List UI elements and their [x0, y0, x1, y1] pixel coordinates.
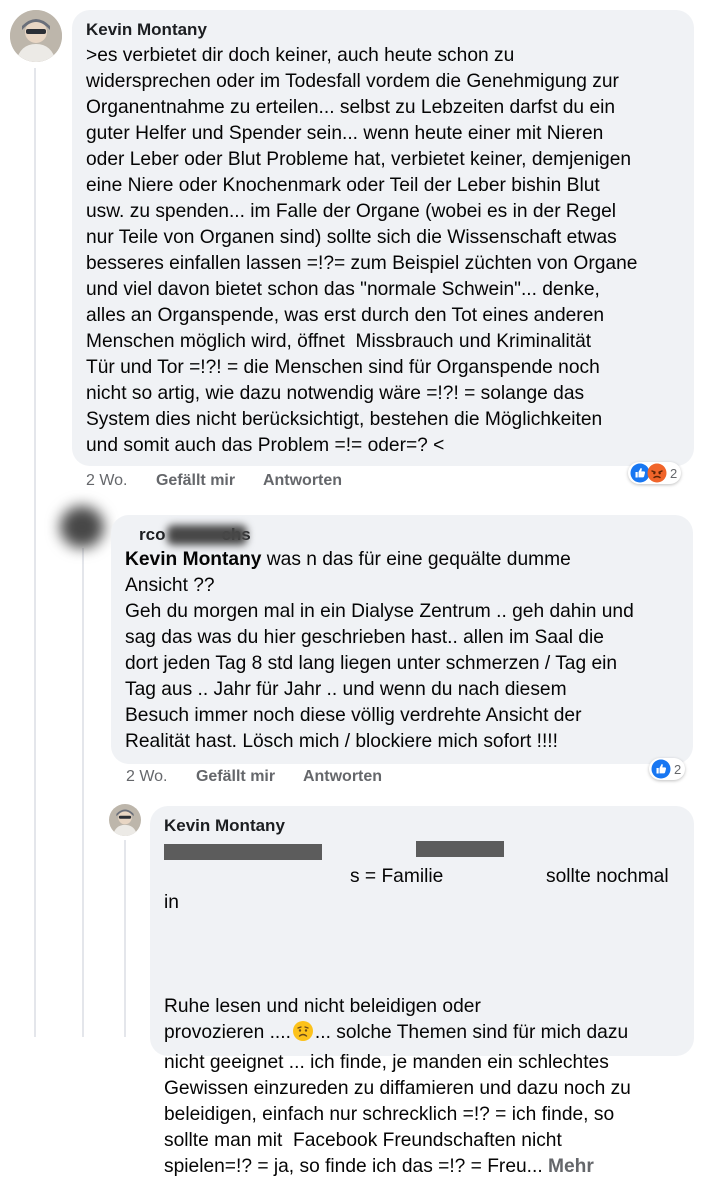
avatar[interactable]	[10, 10, 62, 62]
text-line: alles an Organspende, was erst durch den…	[86, 305, 605, 326]
text-line: nicht geeignet ... ich finde, je manden …	[164, 1052, 609, 1073]
text-line: Geh du morgen mal in ein Dialyse Zentrum…	[125, 601, 634, 622]
text-line: Ruhe lesen und nicht beleidigen oder	[164, 996, 481, 1017]
text-fragment: = Familie	[359, 866, 449, 887]
mention-link[interactable]: Kevin Montany	[125, 549, 261, 570]
text-line: Gewissen einzureden zu diffamieren und d…	[164, 1078, 631, 1099]
worried-emoji-icon	[292, 1020, 314, 1050]
text-line: guter Helfer und Spender sein... wenn he…	[86, 123, 604, 144]
comment-author[interactable]: Kevin Montany	[86, 20, 207, 40]
text-line: sag das was du hier geschrieben hast.. a…	[125, 627, 604, 648]
text-line: dort jeden Tag 8 std lang liegen unter s…	[125, 653, 618, 674]
reply-button[interactable]: Antworten	[303, 768, 382, 785]
thread-line	[34, 68, 36, 1037]
reaction-count: 2	[670, 465, 678, 481]
text-fragment: s	[350, 866, 360, 887]
text-line: eine Niere oder Knochenmark oder Teil de…	[86, 175, 600, 196]
comment-actions: 2 Wo. Gefällt mir Antworten	[126, 768, 406, 786]
text-line: und viel davon bietet schon das "normale…	[86, 279, 600, 300]
comment-actions: 2 Wo. Gefällt mir Antworten	[86, 472, 366, 490]
text-line: System dies nicht berücksichtigt, besteh…	[86, 409, 603, 430]
timestamp[interactable]: 2 Wo.	[126, 768, 168, 785]
text-line: Kevin Montany was n das für eine gequält…	[125, 547, 685, 573]
text-line: widersprechen oder im Todesfall vordem d…	[86, 71, 619, 92]
text-line: >es verbietet dir doch keiner, auch heut…	[86, 45, 515, 66]
text-line: und somit auch das Problem =!= oder=? <	[86, 435, 445, 456]
like-button[interactable]: Gefällt mir	[156, 472, 235, 489]
author-fragment: rco	[139, 525, 166, 544]
text-line: Organentnahme zu erteilen... selbst zu L…	[86, 97, 616, 118]
text-line: sollte man mit Facebook Freundschaften n…	[164, 1130, 562, 1151]
comment-author[interactable]: Kevin Montany	[164, 816, 285, 836]
thread-line	[82, 548, 84, 1037]
text-line: nur Teile von Organen sind) sollte sich …	[86, 227, 617, 248]
comment-bubble: rcochs Kevin Montany was n das für eine …	[111, 515, 693, 764]
comment-bubble: Kevin Montany >es verbietet dir doch kei…	[72, 10, 694, 466]
text-line: nicht so artig, wie dazu notwendig wäre …	[86, 383, 585, 404]
like-reaction-icon	[651, 759, 671, 779]
comment-bubble: Kevin Montany s = Familie sollte nochmal…	[150, 806, 694, 1177]
text-line: s = Familie sollte nochmal in	[164, 838, 688, 994]
text-fragment: spielen=!? = ja, so finde ich das =!? = …	[164, 1156, 543, 1177]
redacted-name	[416, 841, 504, 857]
angry-reaction-icon	[647, 463, 667, 483]
like-button[interactable]: Gefällt mir	[196, 768, 275, 785]
text-fragment: provozieren ....	[164, 1022, 291, 1043]
text-line: Besuch immer noch diese völlig verdrehte…	[125, 705, 582, 726]
text-line: Menschen möglich wird, öffnet Missbrauch…	[86, 331, 592, 352]
redacted-name	[167, 525, 247, 545]
avatar[interactable]	[60, 506, 104, 548]
timestamp[interactable]: 2 Wo.	[86, 472, 128, 489]
reaction-summary[interactable]: 2	[649, 758, 686, 780]
text-line: Tag aus .. Jahr für Jahr .. und wenn du …	[125, 679, 567, 700]
see-more-link[interactable]: Mehr	[548, 1156, 594, 1177]
text-line: oder Leber oder Blut Probleme hat, verbi…	[86, 149, 632, 170]
text-line: beleidigen, einfach nur schrecklich =!? …	[164, 1104, 615, 1125]
text-line: Ansicht ??	[125, 575, 215, 596]
comment-text: s = Familie sollte nochmal in Ruhe lesen…	[164, 838, 688, 1180]
thread-line	[124, 840, 126, 1037]
text-fragment: ... solche Themen sind für mich dazu	[314, 1022, 629, 1043]
text-line: besseres einfallen lassen =!?= zum Beisp…	[86, 253, 638, 274]
comment-text: Kevin Montany was n das für eine gequält…	[125, 547, 685, 755]
reaction-summary[interactable]: 2	[628, 462, 682, 484]
text-fragment: was n das für eine gequälte dumme	[261, 549, 571, 570]
reply-button[interactable]: Antworten	[263, 472, 342, 489]
comment-text: >es verbietet dir doch keiner, auch heut…	[86, 43, 686, 459]
text-line: Tür und Tor =!?! = die Menschen sind für…	[86, 357, 600, 378]
text-line: Realität hast. Lösch mich / blockiere mi…	[125, 731, 558, 752]
redacted-name	[164, 844, 322, 860]
text-line: spielen=!? = ja, so finde ich das =!? = …	[164, 1154, 688, 1180]
text-line: provozieren .... ... solche Themen sind f…	[164, 1020, 688, 1050]
text-line: usw. zu spenden... im Falle der Organe (…	[86, 201, 617, 222]
reaction-count: 2	[674, 761, 682, 777]
avatar[interactable]	[109, 804, 141, 836]
